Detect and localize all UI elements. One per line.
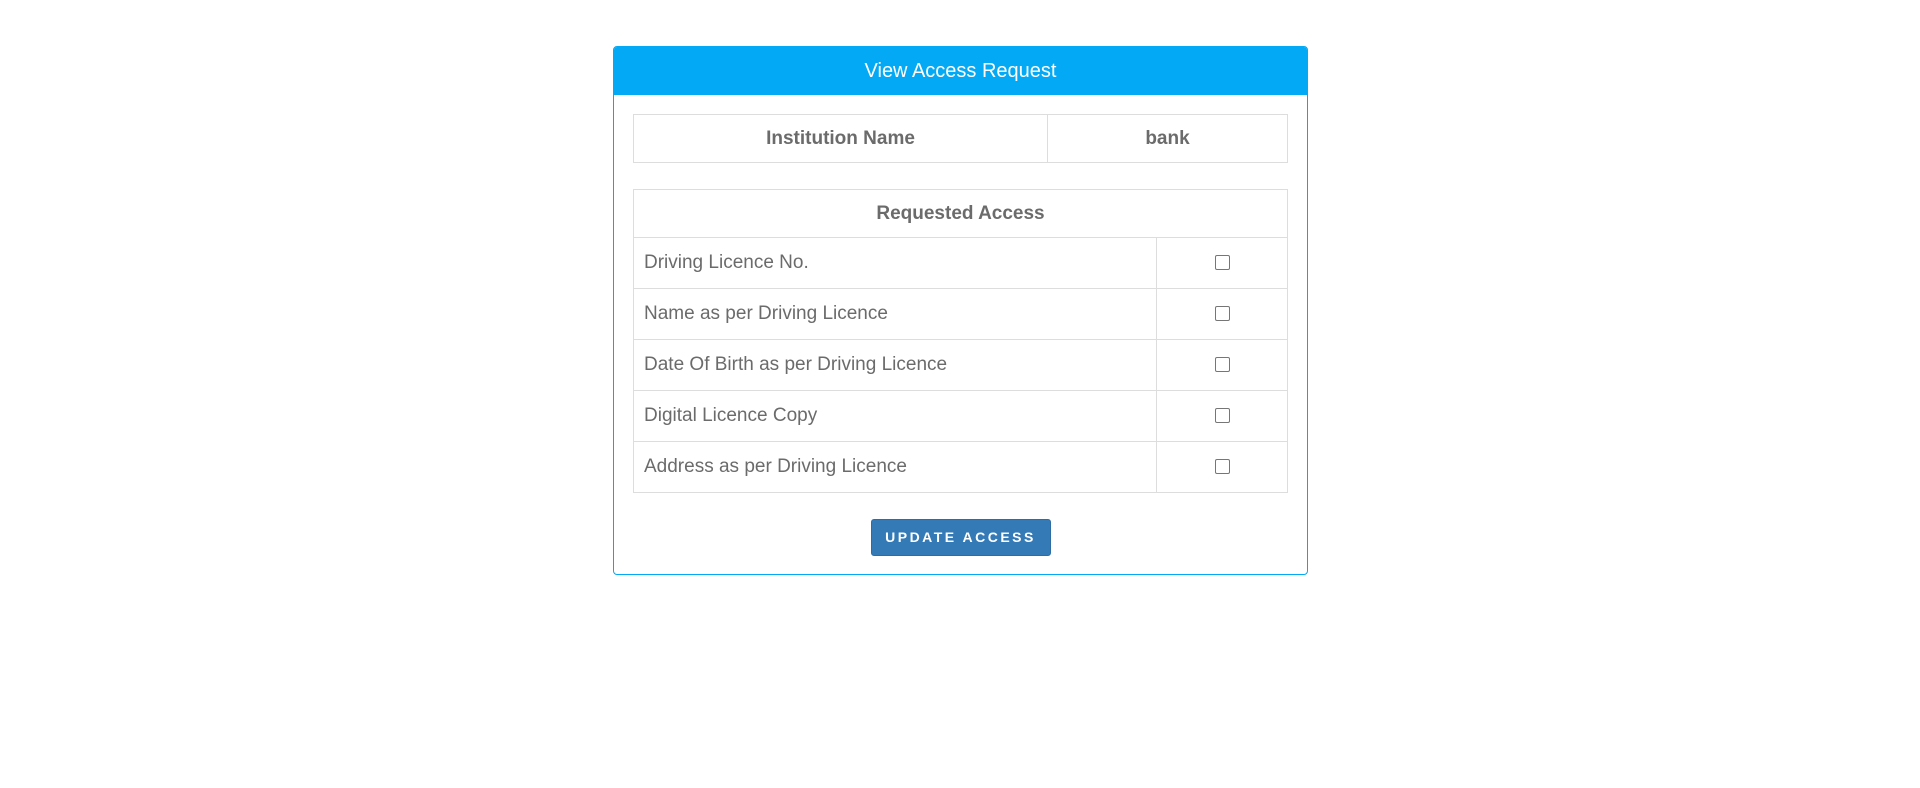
access-item-label: Digital Licence Copy [633, 390, 1157, 442]
view-access-request-panel: View Access Request Institution Name ban… [613, 46, 1308, 575]
access-item-label: Date Of Birth as per Driving Licence [633, 339, 1157, 391]
access-item-label: Driving Licence No. [633, 237, 1157, 289]
update-access-button[interactable]: UPDATE ACCESS [870, 519, 1051, 556]
table-row: Driving Licence No. [633, 237, 1288, 289]
access-item-label: Address as per Driving Licence [633, 441, 1157, 493]
requested-access-table: Requested Access Driving Licence No. Nam… [633, 189, 1288, 493]
driving-licence-no-checkbox[interactable] [1214, 255, 1230, 271]
institution-name-label: Institution Name [633, 114, 1048, 163]
table-row: Name as per Driving Licence [633, 288, 1288, 340]
access-item-check-cell [1156, 237, 1288, 289]
institution-name-value: bank [1047, 114, 1288, 163]
access-item-check-cell [1156, 288, 1288, 340]
access-item-check-cell [1156, 390, 1288, 442]
address-checkbox[interactable] [1214, 459, 1230, 475]
institution-table: Institution Name bank [633, 114, 1288, 163]
access-item-check-cell [1156, 441, 1288, 493]
requested-access-header-row: Requested Access [633, 189, 1288, 238]
digital-licence-copy-checkbox[interactable] [1214, 408, 1230, 424]
panel-title: View Access Request [614, 47, 1307, 95]
table-row: Digital Licence Copy [633, 390, 1288, 442]
name-checkbox[interactable] [1214, 306, 1230, 322]
table-row: Address as per Driving Licence [633, 441, 1288, 493]
access-item-label: Name as per Driving Licence [633, 288, 1157, 340]
access-item-check-cell [1156, 339, 1288, 391]
panel-body: Institution Name bank Requested Access D… [614, 95, 1307, 556]
actions: UPDATE ACCESS [633, 519, 1288, 556]
table-row: Date Of Birth as per Driving Licence [633, 339, 1288, 391]
date-of-birth-checkbox[interactable] [1214, 357, 1230, 373]
requested-access-header: Requested Access [633, 189, 1288, 238]
institution-row: Institution Name bank [633, 114, 1288, 163]
